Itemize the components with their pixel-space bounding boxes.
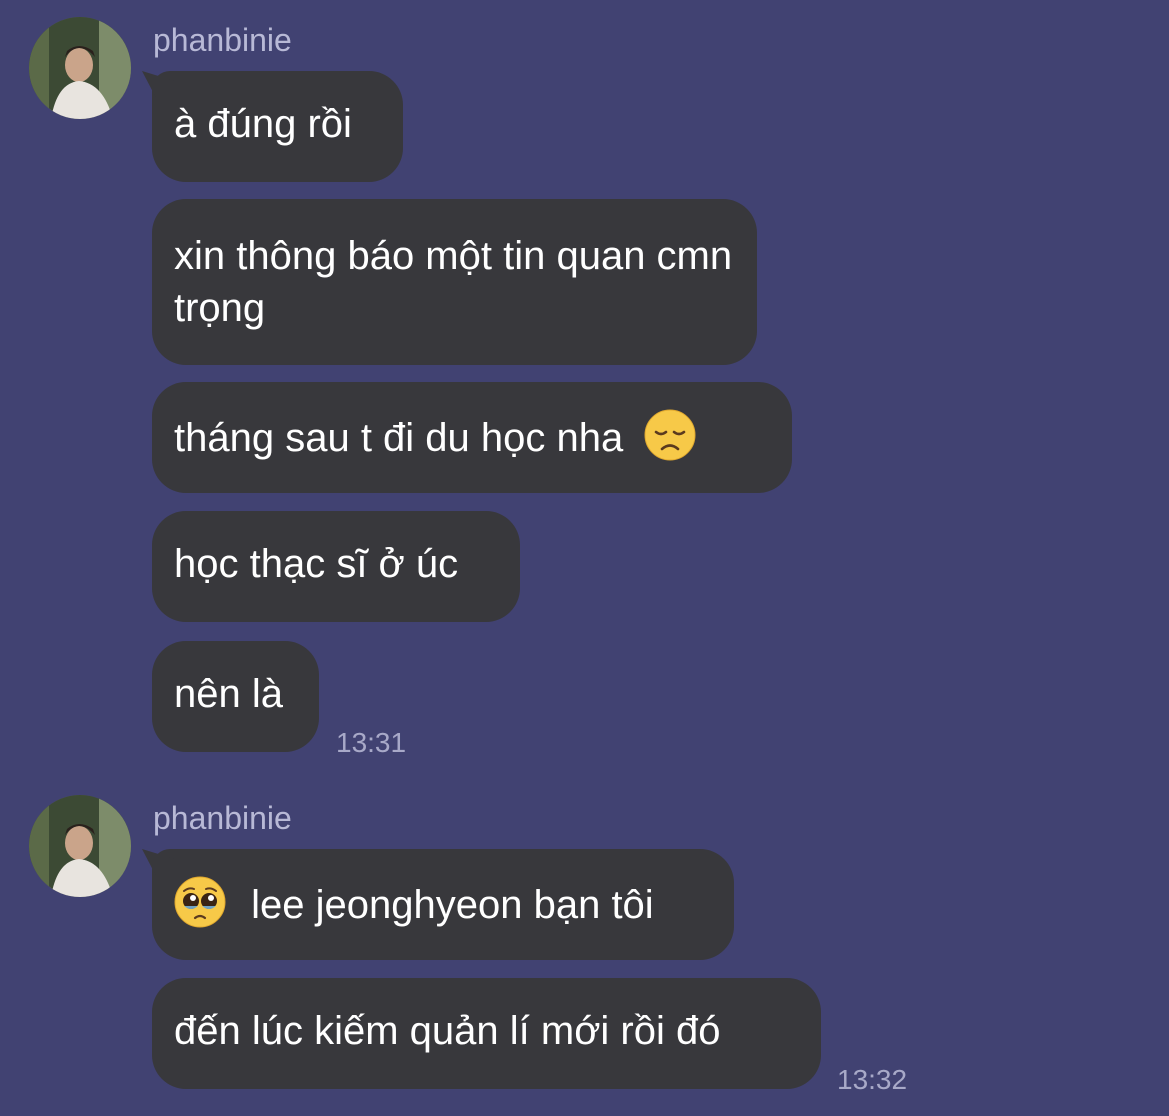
message-text: lee jeonghyeon bạn tôi	[251, 883, 654, 927]
message-bubble[interactable]: học thạc sĩ ở úc	[152, 511, 520, 622]
message-text: xin thông báo một tin quan cmn trọng	[174, 234, 733, 330]
pleading-face-icon	[174, 876, 226, 928]
sender-name: phanbinie	[153, 22, 292, 58]
message-timestamp: 13:32	[837, 1064, 908, 1095]
message-bubble[interactable]: đến lúc kiếm quản lí mới rồi đó	[152, 978, 821, 1089]
message-text: đến lúc kiếm quản lí mới rồi đó	[174, 1009, 721, 1053]
message-bubble[interactable]: lee jeonghyeon bạn tôi	[152, 849, 734, 960]
message-text: tháng sau t đi du học nha	[174, 416, 624, 460]
message-text: nên là	[174, 672, 283, 716]
sender-name: phanbinie	[153, 800, 292, 836]
message-bubble[interactable]: xin thông báo một tin quan cmn trọng	[152, 199, 757, 365]
message-bubble[interactable]: à đúng rồi	[152, 71, 403, 182]
message-timestamp: 13:31	[336, 727, 407, 758]
avatar[interactable]	[29, 17, 131, 119]
message-text: học thạc sĩ ở úc	[174, 542, 459, 586]
message-bubble[interactable]: nên là	[152, 641, 319, 752]
message-text: à đúng rồi	[174, 102, 352, 146]
avatar[interactable]	[29, 795, 131, 897]
disappointed-face-icon	[644, 409, 696, 461]
message-bubble[interactable]: tháng sau t đi du học nha	[152, 382, 792, 493]
